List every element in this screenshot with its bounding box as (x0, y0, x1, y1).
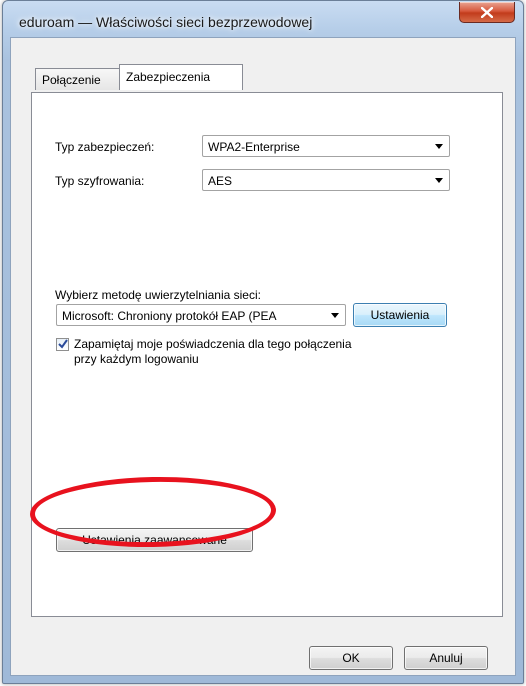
encryption-type-select[interactable]: AES (202, 169, 450, 191)
security-type-select[interactable]: WPA2-Enterprise (202, 135, 450, 157)
window-title: eduroam — Właściwości sieci bezprzewodow… (19, 14, 313, 30)
ok-button[interactable]: OK (309, 646, 393, 670)
tab-connection[interactable]: Połączenie (35, 68, 121, 90)
tab-security[interactable]: Zabezpieczenia (119, 64, 243, 90)
close-icon (481, 6, 493, 18)
remember-credentials-label-line1: Zapamiętaj moje poświadczenia dla tego p… (74, 337, 352, 351)
settings-button[interactable]: Ustawienia (353, 303, 447, 327)
tab-security-label: Zabezpieczenia (126, 70, 211, 84)
security-tab-panel: Typ zabezpieczeń: WPA2-Enterprise Typ sz… (31, 92, 503, 617)
auth-method-select[interactable]: Microsoft: Chroniony protokół EAP (PEA (56, 304, 346, 326)
security-type-value: WPA2-Enterprise (208, 140, 300, 154)
cancel-button[interactable]: Anuluj (404, 646, 488, 670)
chevron-down-icon (331, 313, 339, 318)
chevron-down-icon (435, 178, 443, 183)
auth-method-label: Wybierz metodę uwierzytelniania sieci: (55, 288, 261, 302)
close-button[interactable] (459, 2, 515, 23)
encryption-type-value: AES (208, 174, 233, 188)
chevron-down-icon (435, 144, 443, 149)
title-bar[interactable]: eduroam — Właściwości sieci bezprzewodow… (3, 1, 523, 37)
security-type-label: Typ zabezpieczeń: (55, 140, 155, 154)
dialog-window: eduroam — Właściwości sieci bezprzewodow… (2, 0, 524, 684)
encryption-type-label: Typ szyfrowania: (55, 174, 145, 188)
auth-method-value: Microsoft: Chroniony protokół EAP (PEA (62, 309, 277, 323)
tab-connection-label: Połączenie (42, 73, 101, 87)
remember-credentials-label-line2: przy każdym logowaniu (74, 352, 199, 366)
advanced-settings-button[interactable]: Ustawienia zaawansowane (56, 528, 253, 552)
remember-credentials-checkbox[interactable] (56, 338, 69, 351)
dialog-client-area: Połączenie Zabezpieczenia Typ zabezpiecz… (10, 37, 516, 676)
